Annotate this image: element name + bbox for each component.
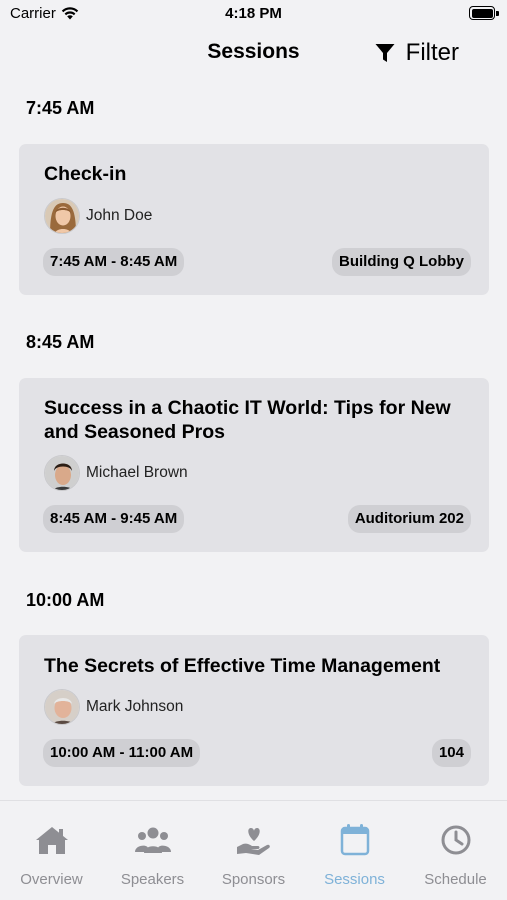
tab-label: Overview: [20, 871, 83, 888]
speaker-row[interactable]: Michael Brown: [44, 455, 188, 491]
filter-label: Filter: [405, 39, 459, 66]
tab-label: Sessions: [324, 871, 385, 888]
session-time-badge: 7:45 AM - 8:45 AM: [43, 248, 185, 276]
tab-label: Sponsors: [221, 871, 286, 888]
status-time: 4:18 PM: [225, 5, 282, 22]
tab-sponsors[interactable]: Sponsors: [203, 823, 304, 893]
sessions-list[interactable]: 7:45 AM Check-in John Doe 7:45 AM - 8:45…: [0, 76, 507, 800]
clock-icon: [441, 825, 470, 855]
speaker-avatar: [44, 455, 80, 491]
speaker-row[interactable]: John Doe: [44, 198, 152, 234]
speaker-name: John Doe: [86, 207, 153, 224]
session-card[interactable]: Check-in John Doe 7:45 AM - 8:45 AM Buil…: [19, 144, 489, 295]
status-bar: Carrier 4:18 PM: [0, 0, 507, 28]
tab-sessions[interactable]: Sessions: [304, 823, 405, 893]
house-icon: [35, 827, 68, 854]
session-room-badge: Building Q Lobby: [332, 248, 471, 276]
session-time-badge: 8:45 AM - 9:45 AM: [43, 505, 185, 533]
people-group-icon: [134, 827, 171, 853]
filter-button[interactable]: Filter: [374, 38, 459, 68]
session-title: Check-in: [44, 163, 127, 185]
time-section-header: 7:45 AM: [26, 98, 95, 118]
session-card[interactable]: Success in a Chaotic IT World: Tips for …: [19, 378, 489, 552]
speaker-name: Mark Johnson: [86, 698, 184, 715]
tab-speakers[interactable]: Speakers: [102, 823, 203, 893]
calendar-icon: [340, 824, 369, 856]
hand-heart-icon: [236, 828, 270, 855]
tab-schedule[interactable]: Schedule: [405, 823, 506, 893]
session-title: The Secrets of Effective Time Management: [44, 655, 441, 677]
speaker-name: Michael Brown: [86, 464, 188, 481]
session-time-badge: 10:00 AM - 11:00 AM: [43, 739, 201, 767]
tab-bar: Overview Speakers Sponsors Sessions Sche…: [0, 800, 507, 900]
navigation-bar: Sessions Filter: [0, 30, 507, 76]
time-section-header: 10:00 AM: [26, 590, 105, 610]
session-room-badge: 104: [431, 739, 471, 767]
speaker-avatar: [44, 198, 80, 234]
funnel-icon: [375, 44, 395, 62]
tab-label: Speakers: [120, 871, 185, 888]
speaker-row[interactable]: Mark Johnson: [44, 689, 183, 725]
time-section-header: 8:45 AM: [26, 332, 95, 352]
session-room-badge: Auditorium 202: [347, 505, 471, 533]
session-title: Success in a Chaotic IT World: Tips for …: [44, 397, 451, 443]
speaker-avatar: [44, 689, 80, 725]
tab-overview[interactable]: Overview: [1, 823, 102, 893]
session-card[interactable]: The Secrets of Effective Time Management…: [19, 635, 489, 786]
battery-icon: [469, 6, 499, 20]
tab-label: Schedule: [424, 871, 487, 888]
sessions-screen: Carrier 4:18 PM Sessions Filter 7:45 AM …: [0, 0, 507, 900]
